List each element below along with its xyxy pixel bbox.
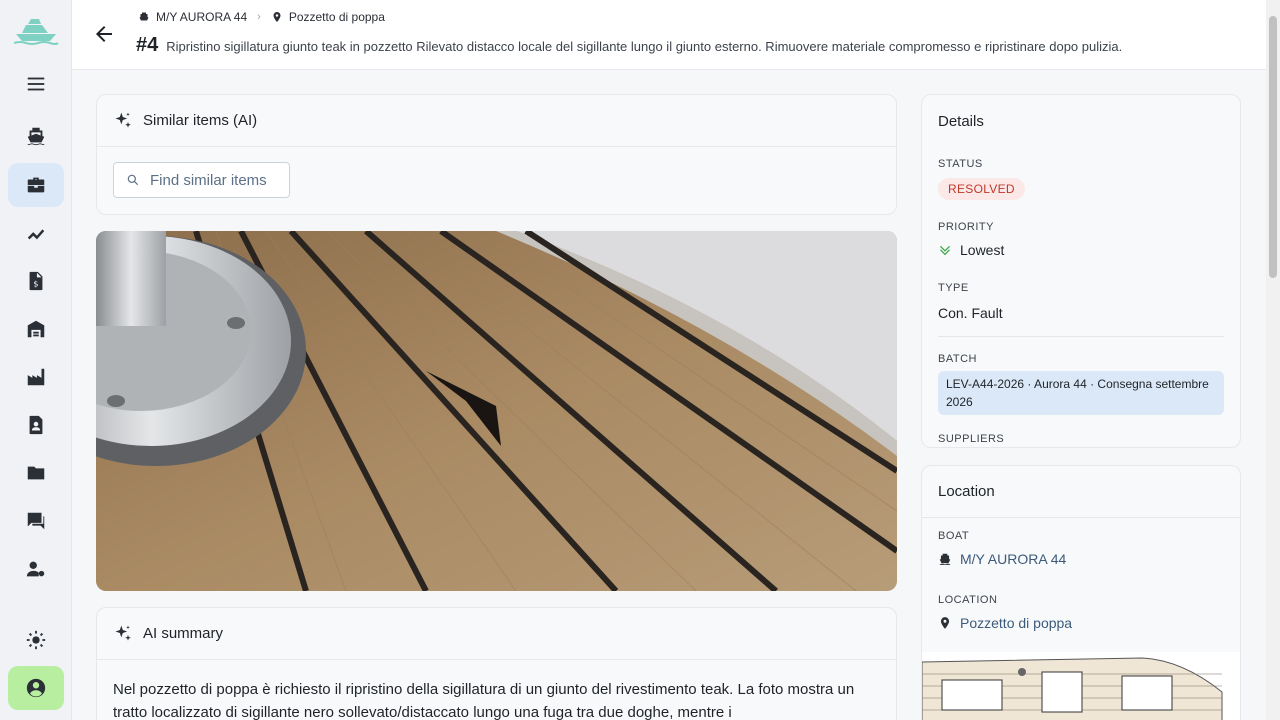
details-title: Details (938, 112, 984, 130)
breadcrumb-location[interactable]: Pozzetto di poppa (289, 10, 385, 24)
status-badge[interactable]: RESOLVED (938, 178, 1025, 200)
location-link-text: Pozzetto di poppa (960, 615, 1073, 631)
deck-plan-drawing[interactable] (922, 652, 1241, 720)
priority-text: Lowest (960, 242, 1005, 258)
page-scrollbar[interactable] (1266, 0, 1280, 720)
location-pin-icon (940, 617, 950, 629)
arrow-left-icon (96, 26, 112, 42)
sparkle-icon (115, 625, 131, 641)
teak-deck-photo (96, 231, 897, 591)
issues-toolbox-icon[interactable] (8, 163, 64, 207)
double-chevron-down-icon (940, 245, 950, 256)
similar-items-card: Similar items (AI) Find similar items (96, 94, 897, 215)
boat-label: BOAT (938, 530, 970, 542)
svg-text:$: $ (33, 279, 38, 289)
page-title: #4 Ripristino sigillatura giunto teak in… (136, 34, 1122, 57)
boats-icon[interactable] (8, 114, 64, 158)
location-title: Location (938, 483, 995, 500)
details-card: Details STATUS RESOLVED PRIORITY Lowest … (921, 94, 1241, 448)
sparkle-icon (115, 112, 131, 128)
chat-icon[interactable] (8, 499, 64, 543)
back-button[interactable] (92, 22, 116, 46)
folder-icon[interactable] (8, 451, 64, 495)
priority-label: PRIORITY (938, 221, 994, 233)
batch-chip[interactable]: LEV-A44-2026 · Aurora 44 · Consegna sett… (938, 371, 1224, 415)
page-header: M/Y AURORA 44 › Pozzetto di poppa #4 Rip… (72, 0, 1266, 70)
boat-icon (939, 553, 951, 565)
find-similar-label: Find similar items (150, 171, 267, 189)
location-label: LOCATION (938, 594, 998, 606)
boat-icon (139, 12, 149, 21)
contact-document-icon[interactable] (8, 403, 64, 447)
chevron-right-icon: › (257, 11, 261, 23)
search-icon (127, 174, 139, 186)
ai-summary-title: AI summary (143, 625, 224, 642)
warehouse-icon[interactable] (8, 307, 64, 351)
type-value[interactable]: Con. Fault (938, 305, 1003, 321)
theme-toggle-icon[interactable] (8, 618, 64, 662)
user-settings-icon[interactable] (8, 547, 64, 591)
find-similar-button[interactable]: Find similar items (113, 162, 290, 198)
status-label: STATUS (938, 158, 983, 170)
issue-description: Ripristino sigillatura giunto teak in po… (166, 39, 1123, 54)
ai-summary-card: AI summary Nel pozzetto di poppa è richi… (96, 607, 897, 720)
priority-value[interactable]: Lowest (938, 242, 1004, 258)
location-card: Location BOAT M/Y AURORA 44 LOCATION Poz… (921, 465, 1241, 720)
menu-icon[interactable] (8, 62, 64, 106)
scrollbar-thumb[interactable] (1269, 16, 1277, 278)
suppliers-label: SUPPLIERS (938, 433, 1005, 445)
details-divider (938, 336, 1224, 337)
analytics-icon[interactable] (8, 211, 64, 255)
sidebar: $ (0, 0, 72, 720)
boat-link[interactable]: M/Y AURORA 44 (938, 551, 1066, 567)
issue-number: #4 (136, 34, 159, 56)
breadcrumb: M/Y AURORA 44 › Pozzetto di poppa (138, 10, 385, 24)
yacht-logo-icon[interactable] (12, 14, 60, 46)
boat-link-text: M/Y AURORA 44 (960, 551, 1067, 567)
account-icon[interactable] (8, 666, 64, 710)
similar-items-title: Similar items (AI) (143, 112, 258, 129)
ai-summary-text: Nel pozzetto di poppa è richiesto il rip… (113, 681, 855, 720)
location-pin-icon (273, 12, 281, 22)
location-link[interactable]: Pozzetto di poppa (938, 615, 1072, 631)
factory-icon[interactable] (8, 355, 64, 399)
batch-label: BATCH (938, 353, 977, 365)
invoice-icon[interactable]: $ (8, 259, 64, 303)
issue-photo[interactable] (96, 231, 897, 591)
breadcrumb-boat[interactable]: M/Y AURORA 44 (156, 10, 247, 24)
type-label: TYPE (938, 282, 969, 294)
